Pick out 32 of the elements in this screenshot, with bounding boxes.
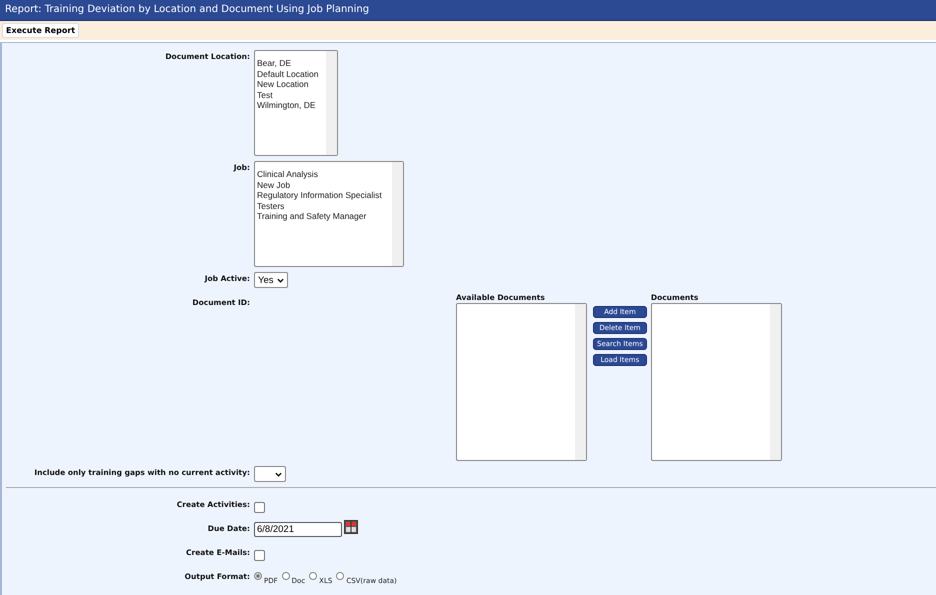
activity-select[interactable] (254, 466, 286, 482)
available-documents-listbox[interactable] (456, 303, 587, 461)
checkbox[interactable] (254, 550, 265, 561)
scrollbar[interactable] (392, 162, 403, 266)
job-listbox[interactable]: Clinical Analysis New Job Regulatory Information Specialist Testers Training and Safety Manager (254, 161, 404, 267)
scrollbar[interactable] (770, 304, 781, 460)
calendar-icon[interactable] (344, 520, 358, 534)
list-option[interactable]: Clinical Analysis (257, 169, 389, 180)
radio-button[interactable] (282, 572, 290, 580)
checkbox[interactable] (254, 502, 265, 513)
radio-button[interactable] (254, 572, 262, 580)
radio-button[interactable] (309, 572, 318, 580)
list-option[interactable]: Testers (257, 200, 389, 211)
list-option[interactable]: Bear, DE (257, 58, 323, 68)
execute-report-button[interactable]: Execute Report (2, 23, 80, 38)
job-active-select[interactable]: Yes (254, 272, 288, 288)
chevron-icon (276, 278, 284, 282)
list-option[interactable]: New Location (257, 79, 323, 90)
list-option[interactable]: New Job (257, 180, 389, 190)
list-option[interactable]: Default Location (257, 68, 323, 79)
radio-button[interactable] (336, 572, 344, 580)
list-option[interactable]: Test (257, 90, 323, 100)
scrollbar[interactable] (575, 304, 586, 460)
list-option[interactable]: Wilmington, DE (257, 100, 323, 110)
due-date-field[interactable]: 6/8/2021 (254, 522, 342, 537)
list-option[interactable]: Regulatory Information Specialist (257, 190, 389, 200)
location-listbox[interactable]: Bear, DE Default Location New Location Test Wilmington, DE (254, 50, 338, 156)
window-title: Report: Training Deviation by Location and Document Using Job Planning (0, 0, 936, 21)
chevron-icon (275, 472, 282, 476)
scrollbar[interactable] (326, 51, 337, 155)
list-option[interactable]: Training and Safety Manager (257, 211, 389, 222)
documents-listbox[interactable] (650, 303, 782, 461)
